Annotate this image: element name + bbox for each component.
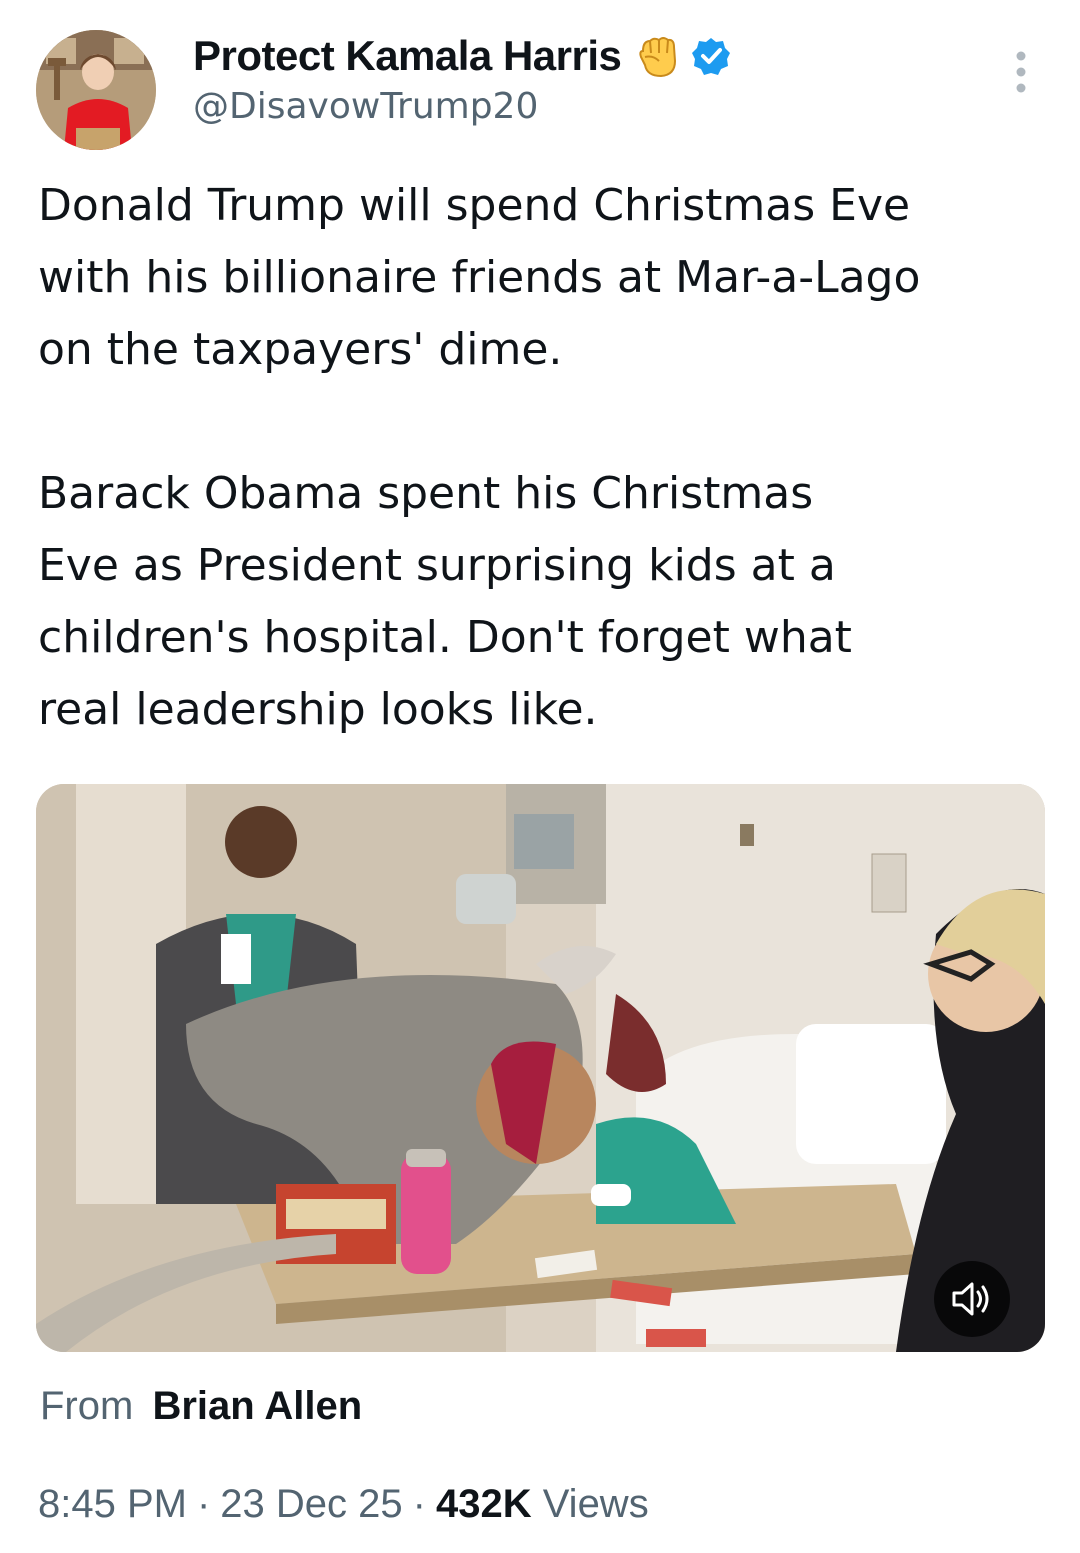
views-label: Views — [542, 1482, 649, 1526]
tweet-paragraph-2: Barack Obama spent his Christmas Eve as … — [38, 468, 852, 735]
tweet-text: Donald Trump will spend Christmas Eve wi… — [38, 170, 1058, 746]
raised-fist-icon — [639, 37, 677, 78]
verified-badge-icon — [692, 38, 731, 75]
more-options-button[interactable] — [1004, 48, 1038, 98]
display-name[interactable]: Protect Kamala Harris — [193, 32, 622, 80]
author-name-row: Protect Kamala Harris — [193, 28, 731, 84]
tweet-date[interactable]: 23 Dec 25 — [220, 1482, 402, 1526]
attribution-prefix: From — [40, 1384, 134, 1428]
tweet-paragraph-1: Donald Trump will spend Christmas Eve wi… — [38, 180, 921, 375]
attribution-author-link[interactable]: Brian Allen — [152, 1384, 362, 1428]
video-player[interactable] — [36, 784, 1045, 1352]
meta-separator: · — [196, 1482, 211, 1526]
profile-avatar[interactable] — [36, 30, 156, 150]
avatar-image — [36, 30, 156, 150]
media-attribution: From Brian Allen — [40, 1384, 362, 1429]
video-thumbnail — [36, 784, 1045, 1352]
tweet-metadata: 8:45 PM · 23 Dec 25 · 432K Views — [38, 1482, 649, 1527]
speaker-icon — [952, 1282, 989, 1316]
user-handle[interactable]: @DisavowTrump20 — [193, 86, 538, 127]
tweet-time[interactable]: 8:45 PM — [38, 1482, 187, 1526]
mute-toggle-button[interactable] — [934, 1261, 1010, 1337]
views-count: 432K — [435, 1482, 532, 1526]
more-vertical-icon — [1016, 51, 1026, 93]
meta-separator: · — [412, 1482, 426, 1526]
